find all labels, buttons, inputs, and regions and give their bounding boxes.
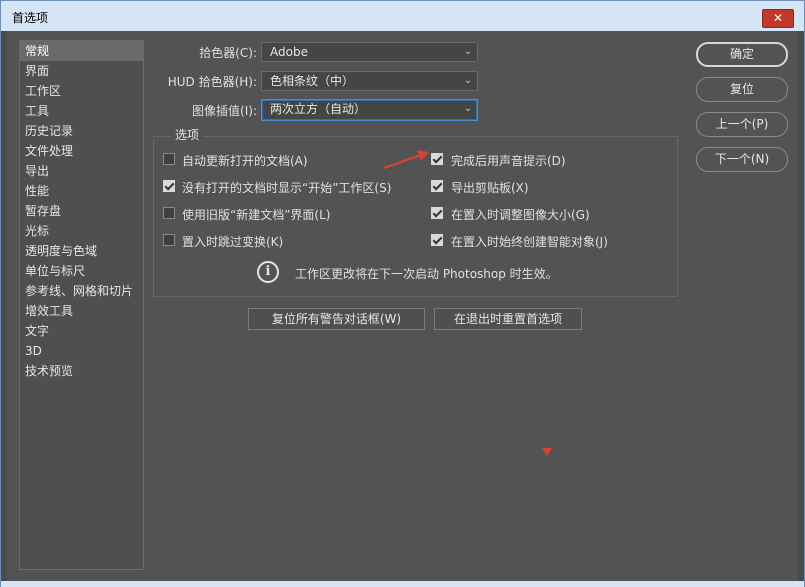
title-bar: 首选项 ✕: [1, 1, 804, 31]
sidebar-item[interactable]: 历史记录: [20, 121, 143, 141]
option-label[interactable]: 使用旧版“新建文档”界面(L): [182, 206, 330, 223]
preferences-nav-list: 常规 界面 工作区 工具 历史记录 文件处理 导出 性能 暂存盘 光标 透明度与色域 单位与标尺 参考线…: [19, 40, 144, 570]
sidebar-item[interactable]: 工具: [20, 101, 143, 121]
sidebar-item[interactable]: 导出: [20, 161, 143, 181]
chevron-down-icon: ⌄: [463, 103, 472, 114]
info-message: 工作区更改将在下一次启动 Photoshop 时生效。: [295, 267, 558, 281]
hud-color-picker-value: 色相条纹（中）: [270, 74, 355, 88]
reset-button[interactable]: 复位: [696, 77, 788, 102]
sidebar-item[interactable]: 暂存盘: [20, 201, 143, 221]
previous-button[interactable]: 上一个(P): [696, 112, 788, 137]
option-checkbox[interactable]: [431, 180, 443, 192]
option-label[interactable]: 完成后用声音提示(D): [451, 152, 566, 169]
sidebar-item[interactable]: 文字: [20, 321, 143, 341]
hud-color-picker-select[interactable]: 色相条纹（中） ⌄: [261, 71, 478, 91]
image-interpolation-value: 两次立方（自动）: [270, 102, 367, 116]
sidebar-item[interactable]: 文件处理: [20, 141, 143, 161]
option-checkbox[interactable]: [163, 207, 175, 219]
window-bottom-border: [1, 581, 804, 587]
option-label[interactable]: 置入时跳过变换(K): [182, 233, 283, 250]
sidebar-item[interactable]: 技术预览: [20, 361, 143, 381]
color-picker-value: Adobe: [270, 45, 308, 59]
color-picker-select[interactable]: Adobe ⌄: [261, 42, 478, 62]
preferences-dialog: 首选项 ✕ 常规 界面 工作区 工具 历史记录 文件处理 导出 性能 暂存盘 光标 透明度与色域 单位…: [0, 0, 805, 587]
annotation-arrow-icon: [383, 150, 429, 170]
close-button[interactable]: ✕: [762, 9, 794, 28]
option-label[interactable]: 在置入时调整图像大小(G): [451, 206, 590, 223]
option-checkbox[interactable]: [163, 153, 175, 165]
info-icon: i: [257, 261, 279, 283]
option-label[interactable]: 自动更新打开的文档(A): [182, 152, 308, 169]
window-title: 首选项: [12, 11, 49, 25]
option-checkbox[interactable]: [431, 207, 443, 219]
option-checkbox[interactable]: [163, 180, 175, 192]
option-label[interactable]: 没有打开的文档时显示“开始”工作区(S): [182, 179, 391, 196]
sidebar-item[interactable]: 参考线、网格和切片: [20, 281, 143, 301]
option-label[interactable]: 导出剪贴板(X): [451, 179, 529, 196]
sidebar-item[interactable]: 3D: [20, 341, 143, 361]
option-checkbox[interactable]: [163, 234, 175, 246]
options-group-title: 选项: [171, 126, 204, 143]
sidebar-item[interactable]: 增效工具: [20, 301, 143, 321]
reset-preferences-on-quit-button[interactable]: 在退出时重置首选项: [434, 308, 582, 330]
sidebar-item[interactable]: 工作区: [20, 81, 143, 101]
image-interpolation-label: 图像插值(I):: [192, 104, 257, 118]
image-interpolation-select[interactable]: 两次立方（自动） ⌄: [261, 99, 478, 121]
option-label[interactable]: 在置入时始终创建智能对象(J): [451, 233, 608, 250]
hud-color-picker-label: HUD 拾色器(H):: [167, 75, 257, 89]
sidebar-item[interactable]: 常规: [20, 41, 143, 61]
option-checkbox[interactable]: [431, 234, 443, 246]
next-button[interactable]: 下一个(N): [696, 147, 788, 172]
reset-all-warnings-button[interactable]: 复位所有警告对话框(W): [248, 308, 425, 330]
sidebar-item[interactable]: 单位与标尺: [20, 261, 143, 281]
sidebar-item[interactable]: 性能: [20, 181, 143, 201]
sidebar-item[interactable]: 光标: [20, 221, 143, 241]
color-picker-label: 拾色器(C):: [199, 46, 257, 60]
chevron-down-icon: ⌄: [463, 75, 472, 86]
chevron-down-icon: ⌄: [463, 46, 472, 57]
sidebar-item[interactable]: 界面: [20, 61, 143, 81]
sidebar-item[interactable]: 透明度与色域: [20, 241, 143, 261]
red-marker-icon: [542, 448, 552, 456]
ok-button[interactable]: 确定: [696, 42, 788, 67]
dialog-content: 常规 界面 工作区 工具 历史记录 文件处理 导出 性能 暂存盘 光标 透明度与色域 单位与标尺 参考线…: [7, 31, 798, 581]
